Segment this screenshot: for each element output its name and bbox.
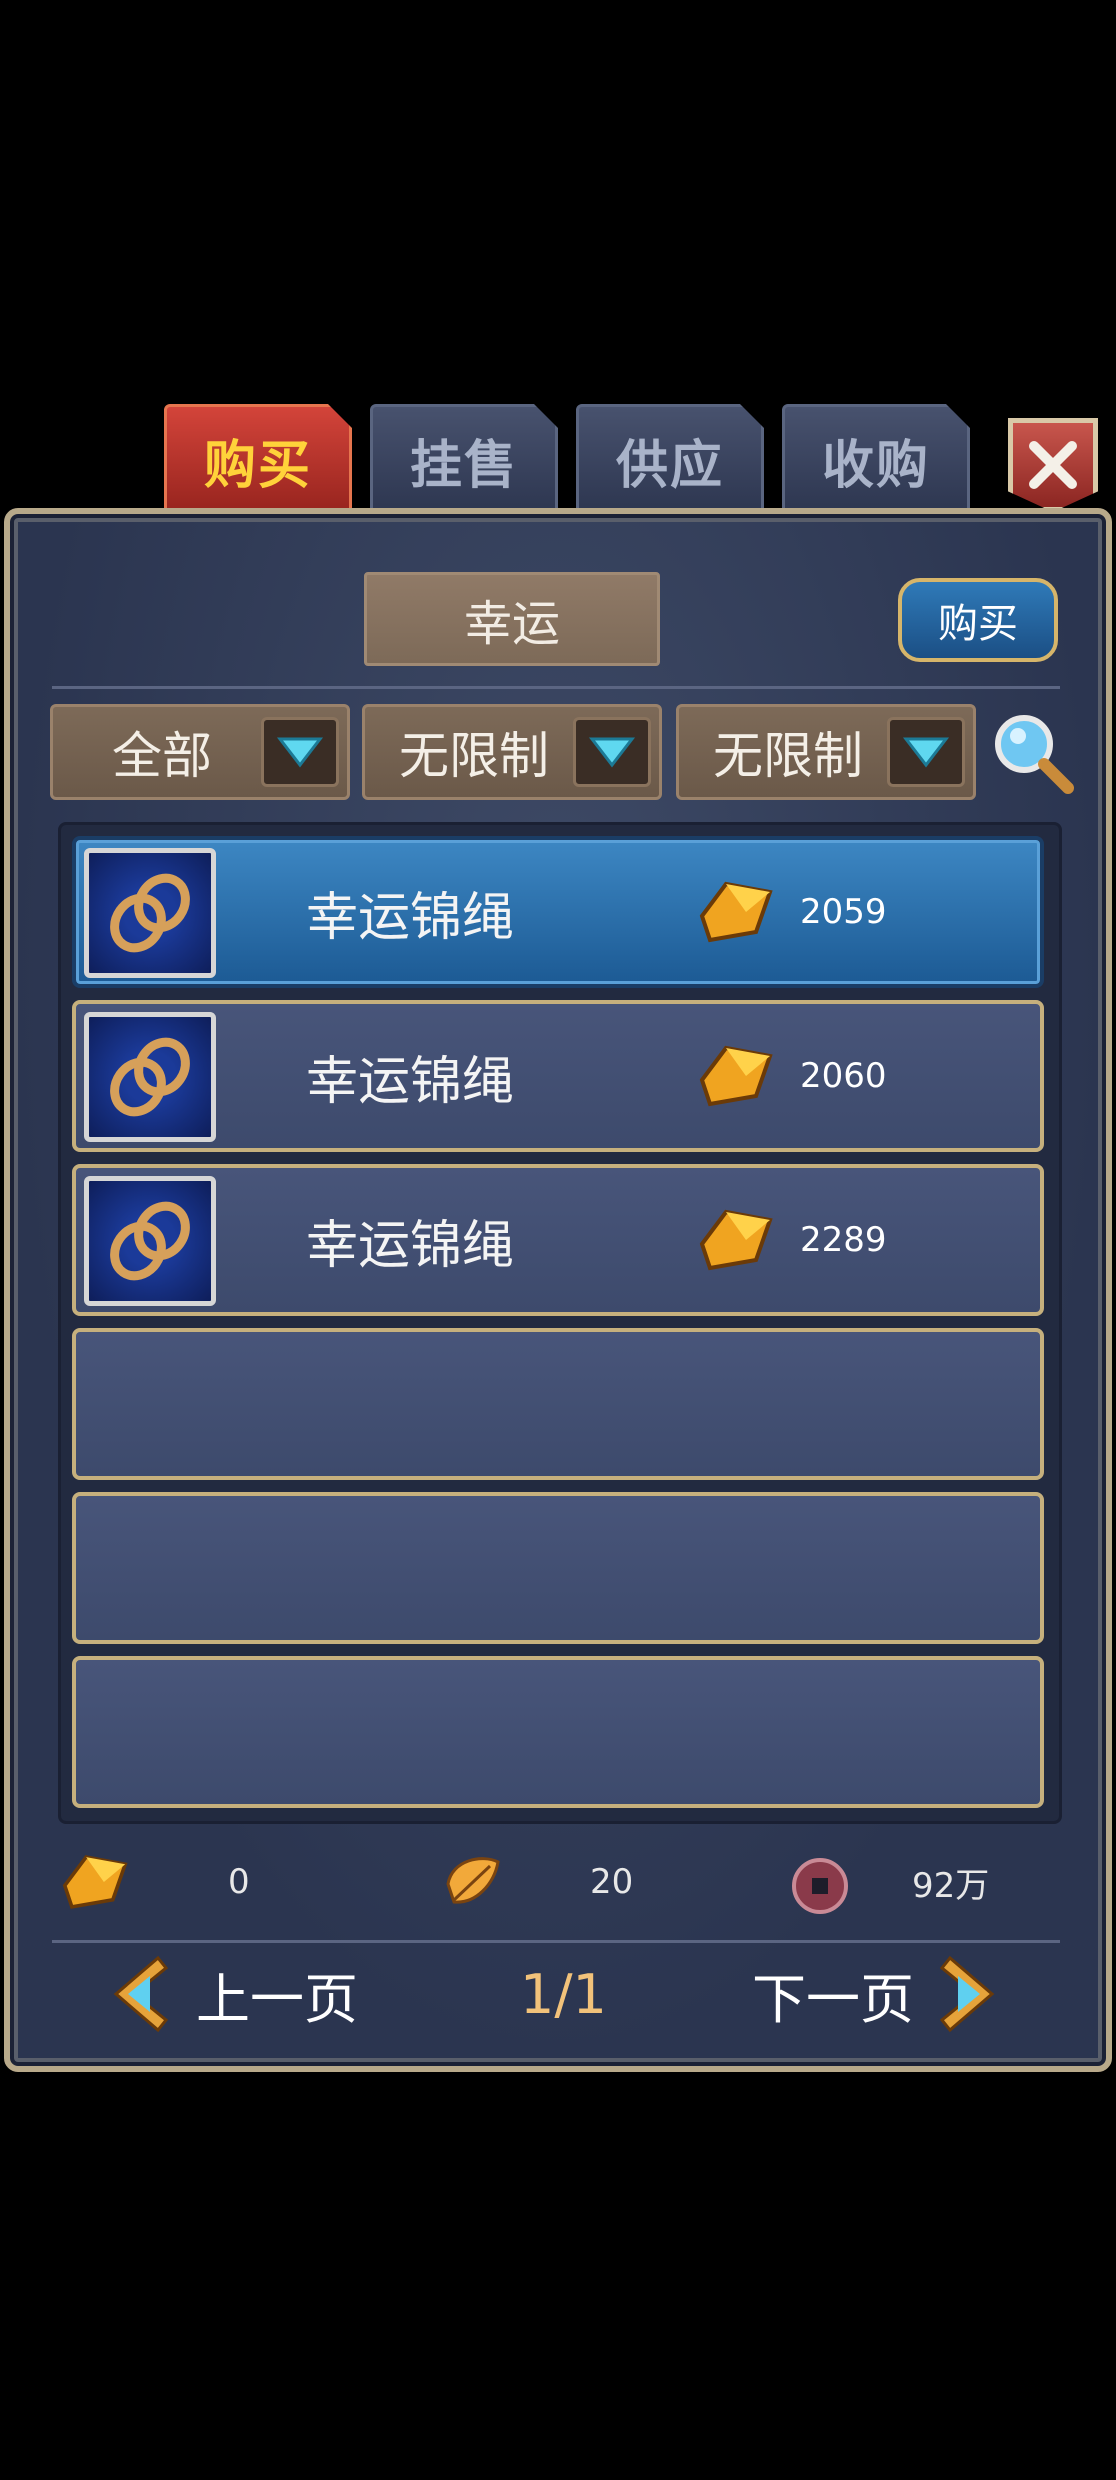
filter-dropdown-type[interactable]: 全部 — [50, 704, 350, 800]
category-label: 幸运 — [364, 572, 660, 666]
buy-button-label: 购买 — [938, 601, 1018, 647]
item-price: 2289 — [800, 1220, 887, 1260]
item-price: 2060 — [800, 1056, 887, 1096]
gold-ingot-icon — [699, 881, 773, 943]
rope-icon — [84, 1176, 216, 1306]
list-item[interactable]: 幸运锦绳 2289 — [72, 1164, 1044, 1316]
divider — [52, 686, 1060, 689]
item-name: 幸运锦绳 — [306, 887, 515, 948]
empty-slot — [72, 1656, 1044, 1808]
leaf-amount: 20 — [590, 1862, 634, 1902]
filter-dropdown-level[interactable]: 无限制 — [362, 704, 662, 800]
tab-sell[interactable]: 挂售 — [370, 404, 558, 516]
list-item[interactable]: 幸运锦绳 2059 — [72, 836, 1044, 988]
tab-sell-label: 挂售 — [409, 435, 518, 496]
tab-buy[interactable]: 购买 — [164, 404, 352, 516]
item-name: 幸运锦绳 — [306, 1051, 515, 1112]
close-button[interactable] — [1008, 418, 1098, 512]
rope-icon — [84, 1012, 216, 1142]
coin-amount: 92万 — [912, 1865, 990, 1906]
item-price: 2059 — [800, 892, 887, 932]
filter-value: 无限制 — [713, 727, 863, 785]
filter-value: 全部 — [112, 727, 212, 785]
tab-purchase-label: 收购 — [821, 435, 930, 496]
category-text: 幸运 — [463, 596, 560, 652]
arrow-right-icon — [939, 1955, 995, 2033]
gold-ingot-icon — [62, 1855, 128, 1909]
prev-page-label: 上一页 — [196, 1967, 358, 2031]
tab-supply-label: 供应 — [615, 435, 724, 496]
search-icon — [995, 715, 1074, 794]
tab-buy-label: 购买 — [203, 435, 312, 496]
page-indicator: 1/1 — [520, 1962, 607, 2026]
coin-icon — [792, 1858, 848, 1914]
tab-supply[interactable]: 供应 — [576, 404, 764, 516]
search-button[interactable] — [988, 708, 1078, 798]
filter-value: 无限制 — [399, 727, 549, 785]
empty-slot — [72, 1492, 1044, 1644]
gold-ingot-icon — [699, 1209, 773, 1271]
dropdown-arrow-icon — [261, 717, 339, 787]
empty-slot — [72, 1328, 1044, 1480]
buy-button[interactable]: 购买 — [898, 578, 1058, 662]
list-item[interactable]: 幸运锦绳 2060 — [72, 1000, 1044, 1152]
arrow-left-icon — [113, 1955, 169, 2033]
rope-icon — [84, 848, 216, 978]
gold-amount: 0 — [228, 1862, 250, 1902]
tab-purchase[interactable]: 收购 — [782, 404, 970, 516]
next-page-button[interactable]: 下一页 — [752, 1950, 1012, 2038]
dropdown-arrow-icon — [887, 717, 965, 787]
item-name: 幸运锦绳 — [306, 1215, 515, 1276]
prev-page-button[interactable]: 上一页 — [110, 1950, 370, 2038]
filter-dropdown-quality[interactable]: 无限制 — [676, 704, 976, 800]
close-icon — [1029, 441, 1077, 489]
leaf-icon — [446, 1857, 500, 1904]
divider — [52, 1940, 1060, 1943]
dropdown-arrow-icon — [573, 717, 651, 787]
gold-ingot-icon — [699, 1045, 773, 1107]
next-page-label: 下一页 — [752, 1967, 914, 2031]
